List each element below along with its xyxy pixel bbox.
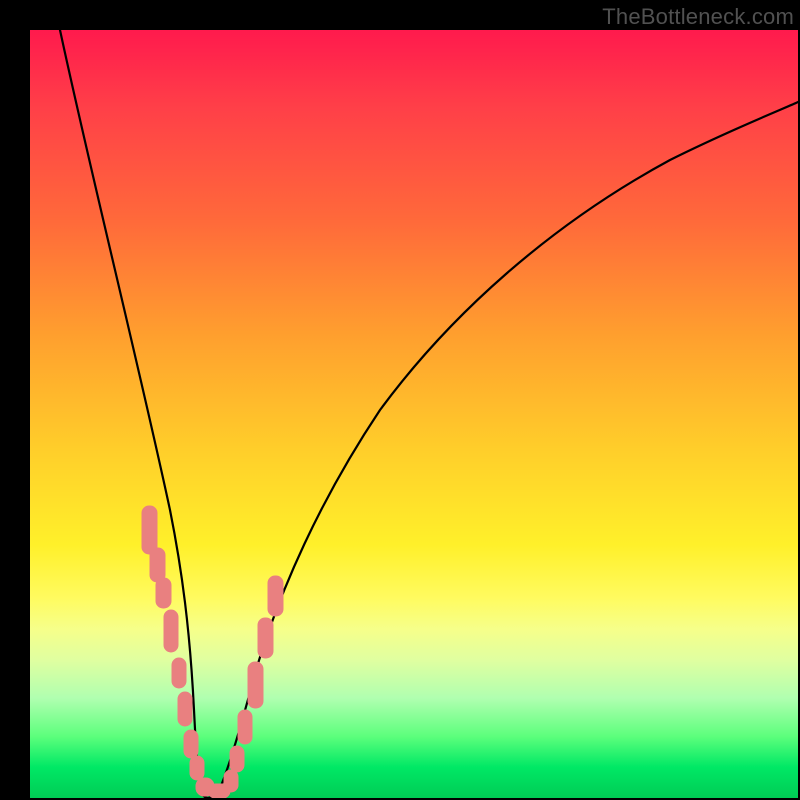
- curve-marker: [268, 576, 283, 616]
- bottleneck-curve: [60, 30, 798, 798]
- curve-marker: [184, 730, 198, 758]
- curve-marker: [248, 662, 263, 708]
- curve-marker: [178, 692, 192, 726]
- curve-marker: [238, 710, 252, 744]
- curve-marker: [142, 506, 157, 554]
- marker-group: [142, 506, 283, 798]
- curve-marker: [190, 756, 204, 780]
- curve-marker: [230, 746, 244, 772]
- plot-area: [30, 30, 798, 798]
- chart-frame: TheBottleneck.com: [0, 0, 800, 800]
- curve-marker: [156, 578, 171, 608]
- curve-marker: [172, 658, 186, 688]
- chart-svg: [30, 30, 798, 798]
- curve-marker: [150, 548, 165, 582]
- curve-marker: [164, 610, 178, 652]
- watermark-text: TheBottleneck.com: [602, 4, 794, 30]
- curve-marker: [258, 618, 273, 658]
- curve-marker: [224, 770, 238, 792]
